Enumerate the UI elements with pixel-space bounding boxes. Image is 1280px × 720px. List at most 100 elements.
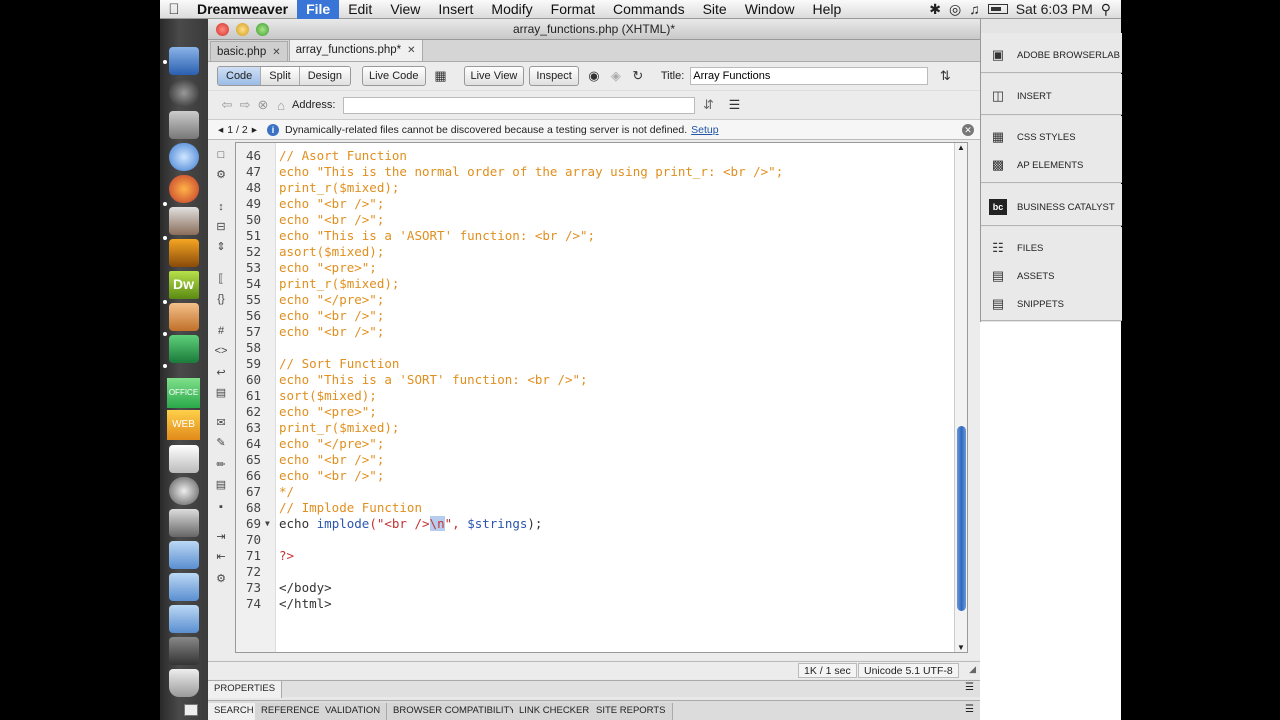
camera-icon[interactable] [169,509,199,537]
view-options-icon[interactable]: ☰ [725,96,743,114]
code-line[interactable]: 59 // Sort Function [236,356,967,372]
live-code-button[interactable]: Live Code [361,66,426,86]
code-line[interactable]: 66 echo "<br />"; [236,468,967,484]
code-line[interactable]: 57 echo "<br />"; [236,324,967,340]
code-line[interactable]: 60 echo "This is a 'SORT' function: <br /… [236,372,967,388]
stack-icon[interactable] [169,637,199,665]
code-line[interactable]: 64 echo "</pre>"; [236,436,967,452]
menu-view[interactable]: View [381,0,429,19]
close-window-icon[interactable] [216,23,229,36]
vertical-scrollbar[interactable]: ▲ ▼ [954,143,967,652]
reference-tab[interactable]: REFERENCE [255,703,327,720]
collapse-selection-icon[interactable]: ⊟ [213,220,229,234]
system-preferences-icon[interactable] [169,111,199,139]
split-view-button[interactable]: Split [261,67,300,85]
code-line[interactable]: 52 asort($mixed); [236,244,967,260]
code-line[interactable]: 70 [236,532,967,548]
panel-options-icon[interactable]: ☰ [965,682,974,693]
design-view-button[interactable]: Design [299,67,350,85]
site-reports-tab[interactable]: SITE REPORTS [590,703,673,720]
code-line[interactable]: 54 print_r($mixed); [236,276,967,292]
format-source-icon[interactable]: ⚙ [213,572,229,586]
address-dropdown-icon[interactable]: ⇵ [699,96,717,114]
results-options-icon[interactable]: ☰ [965,704,974,715]
word-wrap-icon[interactable]: ↩ [213,366,229,380]
volume-icon[interactable]: ♫ [969,1,980,17]
home-icon[interactable]: ⌂ [272,96,290,114]
code-line[interactable]: 62 echo "<pre>"; [236,404,967,420]
syntax-coloring-icon[interactable]: ▤ [213,386,229,400]
back-arrow-icon[interactable]: ⇦ [218,96,236,114]
indent-code-icon[interactable]: ⇥ [213,530,229,544]
vlc-icon[interactable] [169,239,199,267]
document-title-input[interactable] [690,67,929,85]
code-line[interactable]: 58 [236,340,967,356]
bluetooth-icon[interactable]: ✱ [929,1,941,18]
network-globe-icon[interactable] [169,477,199,505]
menu-insert[interactable]: Insert [429,0,482,19]
recent-snippets-icon[interactable]: ▤ [213,478,229,492]
code-line[interactable]: 72 [236,564,967,580]
properties-tab[interactable]: PROPERTIES [208,681,283,698]
dock-office-folder[interactable]: OFFICE [167,378,200,408]
code-line[interactable]: 69 ▼ echo implode("<br />\n", $strings); [236,516,967,532]
menu-edit[interactable]: Edit [339,0,381,19]
code-line[interactable]: 48 print_r($mixed); [236,180,967,196]
search-tab[interactable]: SEARCH [208,703,261,720]
menu-window[interactable]: Window [736,0,804,19]
menu-modify[interactable]: Modify [482,0,541,19]
wifi-icon[interactable]: ◎ [949,1,961,18]
code-line[interactable]: 67 */ [236,484,967,500]
multiscreen-icon[interactable]: ▦ [432,67,450,85]
code-editor[interactable]: 46 // Asort Function 47 echo "This is the n… [235,142,968,653]
trash-icon[interactable] [169,669,199,697]
file-management-icon[interactable]: ⇅ [936,67,954,85]
panel-snippets[interactable]: ▤ SNIPPETS [989,294,1064,314]
panel-insert[interactable]: ◫ INSERT [989,86,1052,106]
document-icon[interactable] [169,445,199,473]
inspect-button[interactable]: Inspect [529,66,579,86]
code-line[interactable]: 51 echo "This is a 'ASORT' function: <br … [236,228,967,244]
check-page-icon[interactable]: ◈ [607,67,625,85]
code-line[interactable]: 56 echo "<br />"; [236,308,967,324]
highlight-invalid-code-icon[interactable]: <> [213,344,229,358]
code-line[interactable]: 47 echo "This is the normal order of the … [236,164,967,180]
live-view-button[interactable]: Live View [463,66,525,86]
code-line[interactable]: 55 echo "</pre>"; [236,292,967,308]
apple-icon[interactable]:  [160,1,188,18]
remove-comment-icon[interactable]: ✎ [213,436,229,450]
scrollbar-thumb[interactable] [957,426,966,611]
documents-folder-icon[interactable] [169,573,199,601]
minimize-window-icon[interactable] [236,23,249,36]
encoding-indicator[interactable]: Unicode 5.1 UTF-8 [858,663,959,678]
previous-message-icon[interactable]: ◂ [218,124,223,136]
collapse-tag-icon[interactable]: ↕ [213,200,229,214]
menu-format[interactable]: Format [542,0,604,19]
code-line[interactable]: 73 </body> [236,580,967,596]
next-message-icon[interactable]: ▸ [252,124,257,136]
tab-basic-php[interactable]: basic.php ✕ [210,41,288,61]
code-fold-icon[interactable]: ▼ [265,516,270,532]
finder-icon[interactable] [169,47,199,75]
move-css-icon[interactable]: ▪ [213,500,229,514]
code-line[interactable]: 74 </html> [236,596,967,612]
panel-business-catalyst[interactable]: bc BUSINESS CATALYST [989,197,1115,217]
code-line[interactable]: 71 ?> [236,548,967,564]
dock-web-folder[interactable]: WEB [167,410,200,440]
line-numbers-icon[interactable]: # [213,324,229,338]
menu-commands[interactable]: Commands [604,0,694,19]
related-files-icon[interactable]: ⚙ [213,168,229,182]
menu-file[interactable]: File [297,0,340,19]
spotlight-search-icon[interactable]: ⚲ [1101,1,1111,18]
address-input[interactable] [343,96,696,114]
panel-adobe-browserlab[interactable]: ▣ ADOBE BROWSERLAB [989,45,1120,65]
applications-folder-icon[interactable] [169,541,199,569]
contacts-icon[interactable] [184,704,198,716]
panel-css-styles[interactable]: ▦ CSS STYLES [989,127,1076,147]
browser-compatibility-tab[interactable]: BROWSER COMPATIBILITY [387,703,523,720]
panel-ap-elements[interactable]: ▩ AP ELEMENTS [989,155,1084,175]
menu-clock[interactable]: Sat 6:03 PM [1016,1,1093,17]
menu-site[interactable]: Site [694,0,736,19]
close-tab-icon[interactable]: ✕ [407,45,415,56]
preview-browser-icon[interactable]: ◉ [585,67,603,85]
